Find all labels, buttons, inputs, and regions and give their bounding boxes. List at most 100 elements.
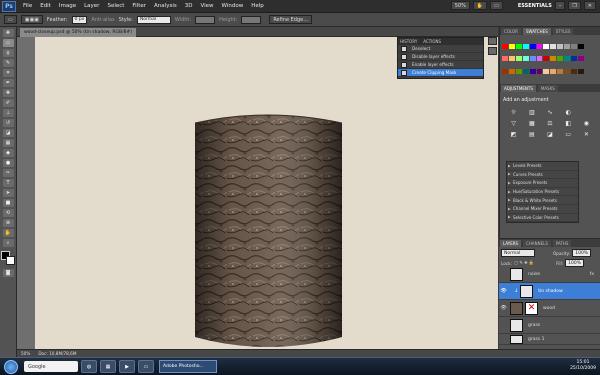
swatch[interactable] [536,44,543,49]
restore-icon[interactable]: ❐ [568,1,581,10]
swatch[interactable] [536,56,543,62]
swatch[interactable] [550,68,557,74]
eye-icon[interactable]: 👁 [499,305,508,311]
blend-mode-select[interactable]: Normal [501,249,535,257]
menu-help[interactable]: Help [247,3,268,9]
preset-item[interactable]: Exposure Presets [507,179,578,188]
menu-filter[interactable]: Filter [128,3,150,9]
swatch[interactable] [502,68,508,74]
swatch[interactable] [515,56,522,62]
swatch[interactable] [571,56,578,62]
preset-item[interactable]: Hue/Saturation Presets [507,188,578,197]
folder-icon[interactable]: ▭ [138,360,154,373]
taskbar-photoshop-button[interactable]: Adobe Photosho... [159,360,217,373]
layer-row[interactable]: grass 1 [499,334,600,345]
tab-adjustments[interactable]: ADJUSTMENTS [501,85,536,92]
swatch[interactable] [515,44,522,49]
history-item[interactable]: Deselect [398,45,483,53]
width-input[interactable] [195,15,216,24]
swatch[interactable] [543,44,550,49]
eraser-tool-icon[interactable]: ◪ [2,129,14,137]
hand-tool-icon[interactable]: ✋ [2,229,14,237]
start-button[interactable] [4,359,18,374]
gradient-map-icon[interactable]: ▭ [561,130,576,138]
style-select[interactable]: Normal [136,15,171,24]
menu-window[interactable]: Window [218,3,248,9]
history-brush-tool-icon[interactable]: ↺ [2,119,14,127]
quick-mask-icon[interactable]: ◙ [2,269,14,277]
explorer-icon[interactable]: ▦ [100,360,116,373]
swatch[interactable] [557,68,564,74]
hue-saturation-icon[interactable]: ▦ [524,119,539,127]
swatch[interactable] [578,56,584,62]
swatch[interactable] [515,68,522,74]
curves-icon[interactable]: ∿ [542,108,557,116]
media-icon[interactable]: ▶ [119,360,135,373]
brightness-contrast-icon[interactable]: ☼ [506,108,521,116]
swatch[interactable] [550,44,557,49]
black-white-icon[interactable]: ◧ [561,119,576,127]
photo-filter-icon[interactable]: ◉ [579,119,594,127]
menu-view[interactable]: View [196,3,217,9]
swatch[interactable] [522,44,529,49]
history-item-active[interactable]: Create Clipping Mask [398,69,483,77]
posterize-icon[interactable]: ▤ [524,130,539,138]
preset-item[interactable]: Levels Presets [507,162,578,171]
google-search-box[interactable]: Google [24,361,78,372]
preset-item[interactable]: Selective Color Presets [507,214,578,223]
tab-history[interactable]: HISTORY [400,39,417,44]
menu-layer[interactable]: Layer [80,3,103,9]
swatch[interactable] [571,44,578,49]
marquee-tool-preset-icon[interactable]: ▭ [4,15,17,24]
swatch[interactable] [508,44,515,49]
lasso-tool-icon[interactable]: ϙ [2,49,14,57]
swatch[interactable] [529,56,536,62]
swatch[interactable] [557,56,564,62]
opacity-input[interactable]: 100% [572,249,592,257]
swatch[interactable] [508,68,515,74]
color-swatches[interactable] [1,251,15,265]
swatch[interactable] [564,68,571,74]
crop-tool-icon[interactable]: ⌗ [2,69,14,77]
path-select-tool-icon[interactable]: ➤ [2,189,14,197]
swatch[interactable] [502,56,508,62]
dodge-tool-icon[interactable]: ● [2,159,14,167]
refine-edge-button[interactable]: Refine Edge... [269,15,312,24]
layer-row[interactable]: noise fx [499,266,600,283]
document-tab[interactable]: wood-closeup.psd @ 50% (tin shadow, RGB/… [20,28,137,37]
menu-select[interactable]: Select [103,3,128,9]
layer-row[interactable]: 👁 ✕ wood [499,300,600,317]
brush-tool-icon[interactable]: ✐ [2,99,14,107]
shape-tool-icon[interactable]: ■ [2,199,14,207]
tab-color[interactable]: COLOR [501,28,521,35]
tab-styles[interactable]: STYLES [552,28,574,35]
swatch[interactable] [508,56,515,62]
preset-item[interactable]: Curves Presets [507,171,578,180]
color-balance-icon[interactable]: ⚖ [542,119,557,127]
actions-panel-icon[interactable] [487,47,497,55]
menu-3d[interactable]: 3D [181,3,197,9]
menu-image[interactable]: Image [55,3,80,9]
move-tool-icon[interactable]: ✥ [2,29,14,37]
minimize-icon[interactable]: – [554,1,566,10]
swatch[interactable] [543,56,550,62]
quick-select-tool-icon[interactable]: ✎ [2,59,14,67]
gradient-tool-icon[interactable]: ▦ [2,139,14,147]
history-item[interactable]: Enable layer effects [398,61,483,69]
background-color-icon[interactable] [6,256,15,265]
layer-fx-badge[interactable]: fx [590,272,594,277]
marquee-tool-icon[interactable]: ▭ [2,39,14,47]
vibrance-icon[interactable]: ▽ [506,119,521,127]
close-icon[interactable]: ✕ [583,1,596,10]
hand-tool-icon[interactable]: ✋ [472,1,488,10]
zoom-level-select[interactable]: 50% [450,1,470,10]
swatch[interactable] [578,44,584,49]
tab-layers[interactable]: LAYERS [500,240,522,247]
antialias-checkbox[interactable]: Anti-alias [91,17,114,23]
eye-icon[interactable]: 👁 [499,288,508,294]
clone-stamp-tool-icon[interactable]: ⊥ [2,109,14,117]
swatch[interactable] [571,68,578,74]
swatch[interactable] [522,56,529,62]
3d-rotate-tool-icon[interactable]: ⟲ [2,209,14,217]
threshold-icon[interactable]: ◪ [542,130,557,138]
